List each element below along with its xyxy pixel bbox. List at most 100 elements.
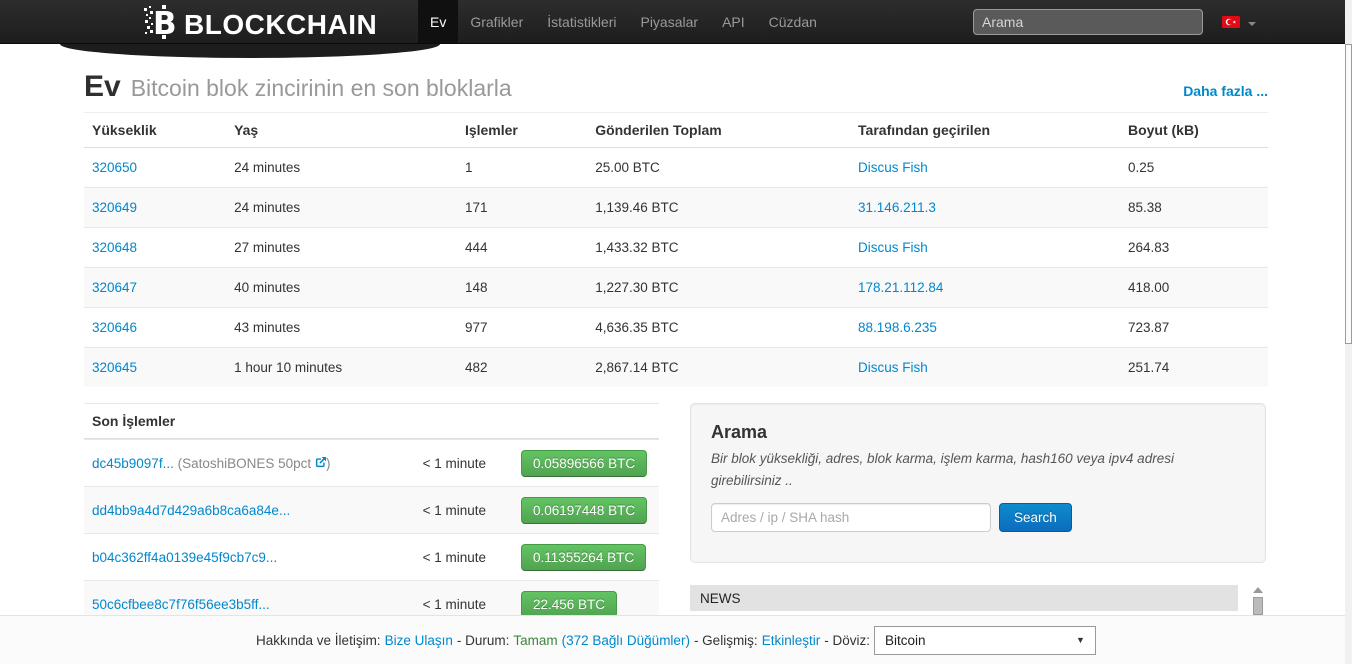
search-panel-title: Arama <box>711 422 768 442</box>
blockchain-logo[interactable]: B BLOCKCHAIN <box>142 4 377 45</box>
tx-amount-button[interactable]: 0.11355264 BTC <box>521 543 647 571</box>
block-size: 264.83 <box>1119 227 1268 268</box>
news-scrollbar-thumb[interactable] <box>1253 597 1263 615</box>
block-size: 251.74 <box>1119 347 1268 387</box>
enable-advanced-link[interactable]: Etkinleştir <box>762 633 821 648</box>
page-title: Ev <box>84 70 121 103</box>
tx-amount-button[interactable]: 0.05896566 BTC <box>521 449 648 477</box>
col-transactions: Işlemler <box>456 113 588 148</box>
relayed-by-link[interactable]: Discus Fish <box>858 160 928 175</box>
tx-time: < 1 minute <box>422 549 486 565</box>
news-scrollbar[interactable] <box>1252 587 1264 615</box>
block-age: 40 minutes <box>226 267 457 308</box>
table-row: 320647 40 minutes 148 1,227.30 BTC 178.2… <box>84 267 1268 308</box>
block-height-link[interactable]: 320646 <box>92 320 137 335</box>
tx-time: < 1 minute <box>422 596 486 612</box>
table-row: 320646 43 minutes 977 4,636.35 BTC 88.19… <box>84 307 1268 348</box>
nav-item-ev[interactable]: Ev <box>418 0 459 43</box>
nav-item-istatistikleri[interactable]: İstatistikleri <box>535 0 628 43</box>
col-total-sent: Gönderilen Toplam <box>587 113 851 148</box>
contact-link[interactable]: Bize Ulaşın <box>385 633 453 648</box>
table-row: 320649 24 minutes 171 1,139.46 BTC 31.14… <box>84 187 1268 228</box>
logo-swoosh <box>60 44 440 58</box>
table-row: 320648 27 minutes 444 1,433.32 BTC Discu… <box>84 227 1268 268</box>
block-total-sent: 2,867.14 BTC <box>587 347 851 387</box>
block-tx-count: 1 <box>464 160 473 175</box>
tx-tag: (SatoshiBONES 50pct ) <box>177 455 331 471</box>
tx-hash-link[interactable]: b04c362ff4a0139e45f9cb7c9... <box>92 550 277 565</box>
block-total-sent: 25.00 BTC <box>595 160 660 175</box>
page-header: Ev Bitcoin blok zincirinin en son blokla… <box>84 70 1268 113</box>
page-scrollbar[interactable] <box>1345 0 1352 664</box>
block-height-link[interactable]: 320649 <box>92 200 137 215</box>
block-tx-count: 482 <box>456 347 588 387</box>
nav-menu: Ev Grafikler İstatistikleri Piyasalar AP… <box>418 0 829 43</box>
turkish-flag-icon <box>1222 15 1240 33</box>
search-input[interactable] <box>711 503 991 533</box>
block-tx-count: 444 <box>456 227 588 268</box>
col-relayed-by: Tarafından geçirilen <box>850 113 1120 148</box>
col-age: Yaş <box>226 113 457 148</box>
tx-hash-link[interactable]: dd4bb9a4d7d429a6b8ca6a84e... <box>92 503 290 518</box>
tx-amount-button[interactable]: 0.06197448 BTC <box>521 496 648 524</box>
navbar: B BLOCKCHAIN Ev Grafikler İstatistikleri… <box>0 0 1345 44</box>
nav-item-cuzdan[interactable]: Cüzdan <box>757 0 829 43</box>
block-total-sent: 1,433.32 BTC <box>587 227 851 268</box>
table-row: 320650 24 minutes 1 25.00 BTC Discus Fis… <box>84 148 1268 188</box>
search-button[interactable]: Search <box>999 503 1072 533</box>
footer: Hakkında ve İletişim: Bize Ulaşın - Duru… <box>0 615 1352 664</box>
about-label: Hakkında ve İletişim: <box>256 632 381 648</box>
block-age: 43 minutes <box>226 307 457 348</box>
more-blocks-link[interactable]: Daha fazla ... <box>1183 83 1268 99</box>
relayed-by-link[interactable]: 31.146.211.3 <box>858 200 936 215</box>
connected-nodes-link[interactable]: (372 Bağlı Düğümler) <box>562 633 690 648</box>
block-tx-count: 148 <box>456 267 588 308</box>
main-content: Ev Bitcoin blok zincirinin en son blokla… <box>84 70 1268 627</box>
search-panel: Arama Bir blok yüksekliği, adres, blok k… <box>690 403 1266 563</box>
nav-item-piyasalar[interactable]: Piyasalar <box>628 0 710 43</box>
tx-time: < 1 minute <box>422 502 486 518</box>
block-age: 24 minutes <box>234 160 301 175</box>
caret-down-icon <box>1248 22 1256 26</box>
block-tx-count: 171 <box>456 187 588 228</box>
block-height-link[interactable]: 320648 <box>92 240 137 255</box>
scroll-up-icon[interactable] <box>1253 587 1263 593</box>
bitcoin-logo-icon: B <box>142 4 180 45</box>
block-age: 27 minutes <box>226 227 457 268</box>
block-height-link[interactable]: 320645 <box>92 360 137 375</box>
blocks-table: Yükseklik Yaş Işlemler Gönderilen Toplam… <box>84 113 1268 387</box>
page-subtitle: Bitcoin blok zincirinin en son bloklarla <box>130 75 512 101</box>
relayed-by-link[interactable]: 88.198.6.235 <box>858 320 937 335</box>
block-height-link[interactable]: 320647 <box>92 280 137 295</box>
transactions-title: Son İşlemler <box>84 403 659 439</box>
search-panel-description: Bir blok yüksekliği, adres, blok karma, … <box>711 451 1174 488</box>
block-total-sent: 1,227.30 BTC <box>587 267 851 308</box>
relayed-by-link[interactable]: 178.21.112.84 <box>858 280 943 295</box>
recent-transactions-panel: Son İşlemler dc45b9097f... (SatoshiBONES… <box>84 403 659 627</box>
page-scrollbar-thumb[interactable] <box>1345 44 1352 344</box>
nav-item-api[interactable]: API <box>710 0 757 43</box>
advanced-label: - Gelişmiş: <box>693 632 758 648</box>
transaction-row: dc45b9097f... (SatoshiBONES 50pct ) < 1 … <box>84 439 659 486</box>
block-size: 418.00 <box>1119 267 1268 308</box>
nav-item-grafikler[interactable]: Grafikler <box>458 0 535 43</box>
block-total-sent: 4,636.35 BTC <box>587 307 851 348</box>
currency-label: - Döviz: <box>824 632 870 648</box>
block-size: 85.38 <box>1119 187 1268 228</box>
block-size: 0.25 <box>1127 160 1155 175</box>
currency-select[interactable]: Bitcoin ▼ <box>873 625 1096 655</box>
table-header-row: Yükseklik Yaş Işlemler Gönderilen Toplam… <box>84 113 1268 148</box>
svg-text:B: B <box>153 6 177 40</box>
logo-text: BLOCKCHAIN <box>184 8 378 40</box>
tx-hash-link[interactable]: 50c6cfbee8c7f76f56ee3b5ff... <box>92 597 270 612</box>
tx-amount-button[interactable]: 22.456 BTC <box>521 590 618 618</box>
external-link-icon[interactable] <box>315 456 326 471</box>
relayed-by-link[interactable]: Discus Fish <box>858 360 928 375</box>
relayed-by-link[interactable]: Discus Fish <box>858 240 928 255</box>
navbar-search-input[interactable] <box>973 9 1203 35</box>
tx-hash-link[interactable]: dc45b9097f... <box>92 456 174 471</box>
block-height-link[interactable]: 320650 <box>92 160 137 175</box>
block-age: 24 minutes <box>226 187 457 228</box>
block-age: 1 hour 10 minutes <box>226 347 457 387</box>
language-selector[interactable] <box>1222 15 1256 33</box>
